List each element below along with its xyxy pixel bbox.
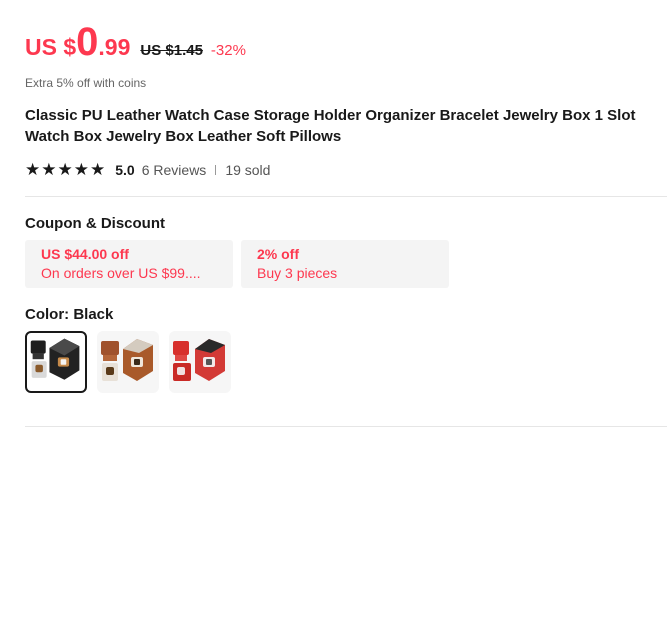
coupon-list: US $44.00 off On orders over US $99.... … [25, 240, 667, 288]
color-swatches [25, 331, 667, 393]
color-swatch-brown[interactable] [97, 331, 159, 393]
coupon-section-title: Coupon & Discount [25, 215, 165, 232]
sold-count: 19 sold [225, 162, 271, 178]
coins-note: Extra 5% off with coins [25, 76, 147, 90]
coupon-card[interactable]: 2% off Buy 3 pieces [241, 240, 449, 288]
rating-score: 5.0 [115, 162, 135, 178]
discount-percent: -32% [210, 42, 246, 59]
coupon-amount: US $44.00 off [41, 246, 129, 262]
separator [215, 165, 217, 175]
price-integer: 0 [76, 20, 99, 64]
coupon-card[interactable]: US $44.00 off On orders over US $99.... [25, 240, 233, 288]
star-icon: ★ [90, 160, 106, 179]
divider [25, 196, 667, 197]
color-swatch-black[interactable] [25, 331, 87, 393]
original-price: US $1.45 [140, 42, 203, 59]
brown-watch-box-image [101, 339, 153, 381]
rating-row: ★ ★ ★ ★ ★ 5.0 6 Reviews 19 sold [25, 160, 667, 179]
color-label: Color: Black [25, 306, 114, 323]
price-row: US $ 0 .99 US $1.45 -32% [25, 22, 667, 68]
coupon-condition: On orders over US $99.... [41, 265, 201, 281]
coupon-amount: 2% off [257, 246, 299, 262]
coupon-condition: Buy 3 pieces [257, 265, 338, 281]
star-icon: ★ [25, 160, 41, 179]
black-watch-box-image [30, 338, 80, 380]
divider [25, 426, 667, 427]
rating-stars: ★ ★ ★ ★ ★ [25, 160, 106, 179]
price-currency: US $ [25, 34, 77, 60]
red-watch-box-image [173, 339, 225, 381]
star-icon: ★ [41, 160, 57, 179]
color-swatch-red[interactable] [169, 331, 231, 393]
product-title: Classic PU Leather Watch Case Storage Ho… [25, 107, 636, 145]
reviews-link[interactable]: 6 Reviews [142, 162, 207, 178]
star-icon: ★ [73, 160, 89, 179]
star-icon: ★ [57, 160, 73, 179]
price-decimal: .99 [98, 34, 131, 60]
product-info-panel: US $ 0 .99 US $1.45 -32% Extra 5% off wi… [25, 22, 667, 427]
